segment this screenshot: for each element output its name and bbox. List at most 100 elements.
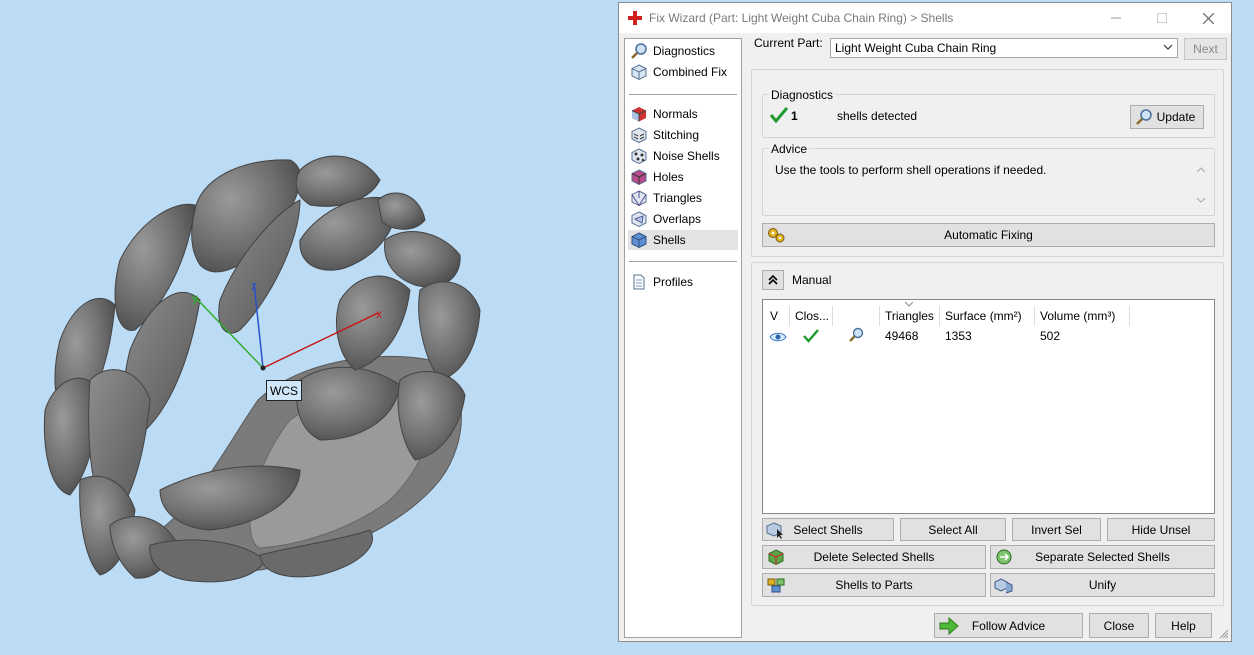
column-divider (832, 306, 833, 326)
current-part-select[interactable]: Light Weight Cuba Chain Ring (830, 38, 1178, 58)
close-icon (1202, 12, 1214, 24)
diagnostics-title: Diagnostics (769, 88, 836, 102)
3d-viewport[interactable]: x y z WCS (0, 0, 618, 655)
column-divider (939, 306, 940, 326)
title-bar[interactable]: Fix Wizard (Part: Light Weight Cuba Chai… (619, 3, 1231, 33)
y-axis-label: y (192, 291, 198, 305)
nav-item-label: Diagnostics (653, 44, 716, 58)
nav-item-label: Stitching (653, 128, 700, 142)
nav-item-label: Triangles (653, 191, 702, 205)
shells-to-parts-button[interactable]: Shells to Parts (762, 573, 986, 597)
minimize-button[interactable] (1093, 3, 1139, 33)
column-divider (789, 306, 790, 326)
shells-to-parts-label: Shells to Parts (835, 578, 913, 592)
magnifier-icon (1136, 109, 1152, 125)
close-button[interactable]: Close (1089, 613, 1149, 638)
invert-selection-button[interactable]: Invert Sel (1012, 518, 1101, 541)
triangles-icon (631, 190, 647, 207)
advice-textbox[interactable]: Use the tools to perform shell operation… (769, 159, 1209, 211)
scroll-up-icon[interactable] (1197, 167, 1205, 173)
nav-item-noise-shells[interactable]: Noise Shells (628, 146, 738, 166)
delete-selected-shells-button[interactable]: Delete Selected Shells (762, 545, 986, 569)
nav-item-shells[interactable]: Shells (628, 230, 738, 250)
nav-item-combined-fix[interactable]: Combined Fix (628, 62, 738, 82)
advice-text: Use the tools to perform shell operation… (775, 163, 1047, 177)
nav-item-diagnostics[interactable]: Diagnostics (628, 41, 738, 61)
delete-shells-icon (768, 549, 784, 566)
unify-label: Unify (1088, 578, 1117, 592)
cube-icon (631, 64, 647, 81)
column-header-visible[interactable]: V (770, 306, 778, 326)
nav-item-stitching[interactable]: Stitching (628, 125, 738, 145)
nav-item-label: Holes (653, 170, 684, 184)
follow-advice-label: Follow Advice (971, 618, 1046, 633)
unify-icon (994, 578, 1013, 594)
column-header-volume[interactable]: Volume (mm³) (1040, 306, 1115, 326)
x-axis-label: x (376, 307, 382, 321)
nav-divider (629, 94, 737, 95)
gears-icon (768, 228, 785, 243)
stitching-icon (631, 127, 647, 144)
magnifier-icon (631, 43, 647, 59)
cell-surface: 1353 (945, 329, 972, 343)
close-window-button[interactable] (1185, 3, 1231, 33)
nav-item-label: Profiles (653, 275, 694, 289)
cell-triangles: 49468 (885, 329, 919, 343)
help-button[interactable]: Help (1155, 613, 1212, 638)
normals-icon (631, 107, 647, 122)
column-divider (1034, 306, 1035, 326)
update-button[interactable]: Update (1130, 105, 1204, 129)
document-icon (633, 274, 645, 290)
nav-divider (629, 261, 737, 262)
collapse-manual-button[interactable] (762, 270, 784, 290)
column-header-triangles[interactable]: Triangles (885, 306, 934, 326)
checkmark-icon (803, 329, 819, 343)
column-divider (879, 306, 880, 326)
wcs-label: WCS (266, 380, 302, 401)
nav-item-label: Overlaps (653, 212, 702, 226)
nav-item-label: Noise Shells (653, 149, 720, 163)
nav-item-holes[interactable]: Holes (628, 167, 738, 187)
chain-ring-model[interactable] (0, 0, 618, 655)
nav-item-profiles[interactable]: Profiles (628, 272, 738, 292)
scroll-down-icon[interactable] (1197, 197, 1205, 203)
next-button[interactable]: Next (1184, 38, 1227, 60)
diagnostics-status: shells detected (837, 109, 918, 123)
cell-volume: 502 (1040, 329, 1061, 343)
unify-button[interactable]: Unify (990, 573, 1215, 597)
chevron-up-double-icon (768, 275, 778, 285)
nav-item-overlaps[interactable]: Overlaps (628, 209, 738, 229)
shells-to-parts-icon (767, 578, 785, 593)
follow-advice-button[interactable]: Follow Advice (934, 613, 1083, 638)
column-header-closed[interactable]: Clos... (795, 306, 829, 326)
nav-item-triangles[interactable]: Triangles (628, 188, 738, 208)
shell-count: 1 (791, 109, 798, 123)
select-shells-button[interactable]: Select Shells (762, 518, 894, 541)
minimize-icon (1111, 17, 1121, 19)
delete-selected-shells-label: Delete Selected Shells (813, 550, 935, 564)
red-cross-icon (628, 11, 642, 25)
magnifier-icon[interactable] (847, 327, 865, 343)
separate-selected-shells-button[interactable]: Separate Selected Shells (990, 545, 1215, 569)
separate-selected-shells-label: Separate Selected Shells (1035, 550, 1170, 564)
checkmark-icon (770, 107, 788, 123)
wcs-origin (260, 365, 266, 371)
nav-item-normals[interactable]: Normals (628, 104, 738, 124)
maximize-icon (1157, 13, 1167, 23)
manual-title: Manual (792, 273, 832, 287)
nav-item-label: Shells (653, 233, 686, 247)
eye-icon[interactable] (769, 329, 787, 345)
automatic-fixing-button[interactable]: Automatic Fixing (762, 223, 1215, 247)
resize-grip-icon[interactable] (1219, 629, 1229, 639)
select-all-button[interactable]: Select All (900, 518, 1006, 541)
shells-table[interactable]: V Clos... Triangles Surface (mm²) Volume… (762, 299, 1215, 514)
advice-title: Advice (769, 142, 810, 156)
hide-unselected-button[interactable]: Hide Unsel (1107, 518, 1215, 541)
holes-icon (631, 169, 647, 186)
column-header-surface[interactable]: Surface (mm²) (945, 306, 1022, 326)
chevron-down-icon (1163, 44, 1173, 50)
maximize-button[interactable] (1139, 3, 1185, 33)
current-part-value: Light Weight Cuba Chain Ring (835, 41, 997, 55)
select-shells-label: Select Shells (793, 522, 863, 537)
overlaps-icon (631, 211, 647, 228)
